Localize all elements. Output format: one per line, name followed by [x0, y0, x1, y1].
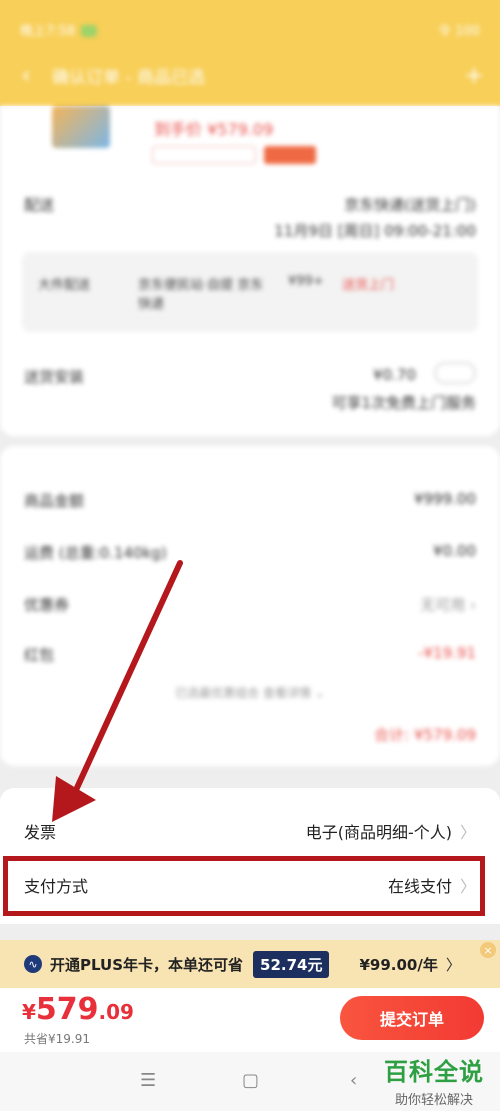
summary-row-value: ¥999.00 — [413, 490, 476, 508]
menu-icon[interactable]: ☰ — [140, 1070, 156, 1091]
total-saved: 共省¥19.91 — [24, 1032, 90, 1046]
summary-row-label: 优惠券 — [24, 596, 70, 614]
header-bar: 晚上7:58 令 100 ‹ 确认订单 - 商品已选 + — [0, 0, 500, 106]
shipping-col-2: 京东便民站·自提 京东快递 — [138, 278, 264, 312]
delivery-carrier: 京东快递(送货上门) — [344, 196, 476, 214]
more-icon[interactable]: + — [448, 61, 500, 89]
status-bar: 晚上7:58 令 100 — [20, 18, 480, 40]
product-tags — [152, 146, 316, 164]
back-arrow-icon[interactable]: ‹ — [0, 61, 52, 89]
shipping-col-1: 大件配送 — [38, 278, 91, 293]
service-row: 送货安装 ¥0.70 — [24, 366, 476, 387]
wechat-icon — [81, 25, 98, 37]
product-thumbnail[interactable] — [52, 106, 110, 148]
delivery-row[interactable]: 配送 京东快递(送货上门) — [24, 194, 476, 215]
summary-row: 运费 (总重:0.140kg) ¥0.00 — [24, 542, 476, 563]
delivery-label: 配送 — [24, 196, 55, 214]
order-total: ¥579.09 — [22, 992, 134, 1027]
summary-row-label: 运费 (总重:0.140kg) — [24, 544, 167, 562]
red-packet-row[interactable]: 红包 -¥19.91 — [24, 644, 476, 665]
home-icon[interactable]: ▢ — [242, 1070, 259, 1091]
watermark-logo: 百科全说 助你轻松解决 — [384, 1052, 484, 1108]
invoice-value: 电子(商品明细-个人) — [305, 823, 452, 842]
summary-row-value: ¥0.00 — [433, 542, 476, 560]
product-tag — [152, 146, 256, 164]
summary-hint[interactable]: 已选最优惠组合 查看详情 ⌄ — [24, 684, 476, 701]
product-price: 到手价 ¥579.09 — [154, 120, 274, 139]
summary-row-value: -¥19.91 — [418, 644, 476, 662]
order-info-card: 到手价 ¥579.09 配送 京东快递(送货上门) 11月9日 [周日] 09:… — [0, 106, 500, 436]
shipping-options-box[interactable]: 大件配送 京东便民站·自提 京东快递 ¥99+ 送货上门 — [22, 252, 478, 332]
total-integer: 579 — [35, 992, 99, 1027]
product-tag-badge — [264, 146, 316, 164]
plus-logo-icon: ∿ — [24, 955, 42, 973]
plus-annual-price: ¥99.00/年 — [359, 955, 438, 974]
summary-row-label: 商品金额 — [24, 492, 85, 510]
invoice-label: 发票 — [24, 823, 57, 842]
delivery-time: 11月9日 [周日] 09:00-21:00 — [274, 222, 476, 240]
plus-promo-text: 开通PLUS年卡，本单还可省 — [50, 955, 244, 974]
back-icon[interactable]: ‹ — [350, 1070, 357, 1091]
watermark-sub: 助你轻松解决 — [394, 1093, 473, 1108]
service-sub: 可享1次免费上门服务 — [331, 394, 476, 412]
annotation-highlight-box — [3, 856, 485, 916]
nav-bar: ‹ 确认订单 - 商品已选 + — [0, 58, 500, 92]
price-summary-card: 商品金额 ¥999.00 运费 (总重:0.140kg) ¥0.00 优惠券 无… — [0, 446, 500, 766]
summary-row-label: 红包 — [24, 646, 55, 664]
chevron-right-icon: 〉 — [445, 955, 461, 974]
checkout-bar: ¥579.09 共省¥19.91 提交订单 — [0, 988, 500, 1052]
currency-symbol: ¥ — [22, 1000, 36, 1024]
summary-total: 合计: ¥579.09 — [374, 726, 476, 744]
shipping-col-3: ¥99+ — [288, 274, 324, 289]
close-icon[interactable]: × — [480, 942, 496, 958]
submit-order-button[interactable]: 提交订单 — [340, 996, 484, 1040]
total-decimal: .09 — [98, 1000, 134, 1024]
service-label: 送货安装 — [24, 368, 85, 386]
nav-title: 确认订单 - 商品已选 — [52, 67, 205, 88]
watermark-main: 百科全说 — [384, 1058, 484, 1086]
coupon-row[interactable]: 优惠券 无可用 › — [24, 594, 476, 615]
status-right: 令 100 — [438, 23, 480, 39]
service-toggle[interactable] — [434, 362, 476, 384]
summary-row-value: 无可用 › — [420, 596, 476, 614]
chevron-right-icon: 〉 — [459, 823, 476, 842]
invoice-row[interactable]: 发票 电子(商品明细-个人) 〉 — [24, 816, 476, 846]
shipping-col-4: 送货上门 — [342, 278, 395, 293]
plus-savings-badge: 52.74元 — [253, 950, 330, 978]
summary-row: 商品金额 ¥999.00 — [24, 490, 476, 511]
service-value: ¥0.70 — [373, 366, 416, 384]
status-time: 晚上7:58 — [20, 20, 98, 39]
plus-promo-banner[interactable]: ∿ 开通PLUS年卡，本单还可省 52.74元 ¥99.00/年 〉 × — [0, 940, 500, 988]
